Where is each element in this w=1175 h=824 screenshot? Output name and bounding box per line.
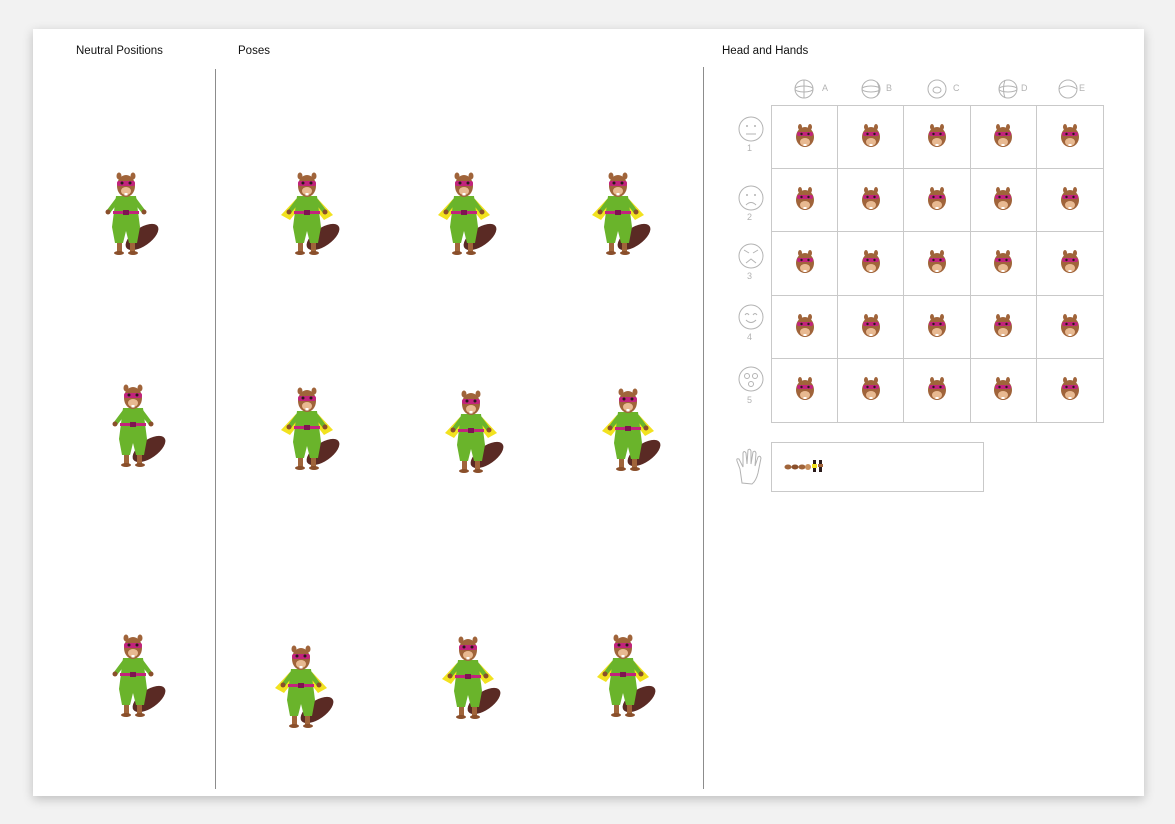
head-drawing <box>795 377 814 401</box>
neutral-front-figure <box>105 172 163 256</box>
head-cell <box>838 232 905 296</box>
head-cell <box>772 358 839 422</box>
head-cell <box>838 295 905 359</box>
section-divider-left <box>215 69 216 789</box>
head-drawing <box>1060 124 1079 148</box>
head-expression-grid <box>771 105 1104 423</box>
head-cell <box>772 295 839 359</box>
head-cell <box>904 295 971 359</box>
head-drawing <box>1060 377 1079 401</box>
head-cell <box>1036 232 1103 296</box>
head-drawing <box>795 313 814 337</box>
head-cell <box>904 358 971 422</box>
expression-face-icon <box>738 243 764 269</box>
head-drawing <box>795 187 814 211</box>
head-drawing <box>861 250 880 274</box>
column-label: A <box>822 83 829 93</box>
head-cell <box>1037 359 1103 422</box>
head-turn-icon <box>1058 79 1078 99</box>
head-drawing <box>861 377 880 401</box>
head-drawing <box>1060 313 1079 337</box>
head-and-hands-title: Head and Hands <box>722 45 809 57</box>
expression-face-icon <box>738 185 764 211</box>
head-drawing <box>1060 187 1079 211</box>
pose-figure <box>424 161 504 257</box>
head-drawing <box>994 313 1013 337</box>
expression-face-icon <box>738 304 764 330</box>
head-drawing <box>994 187 1013 211</box>
pose-figure <box>431 379 511 475</box>
column-label: C <box>953 83 960 93</box>
head-cell <box>838 169 905 233</box>
head-drawing <box>1060 250 1079 274</box>
head-cell <box>838 358 905 422</box>
head-drawing <box>795 250 814 274</box>
head-cell <box>838 106 905 170</box>
head-drawing <box>927 313 946 337</box>
expression-face-icon <box>738 366 764 392</box>
hand-sprites <box>784 460 823 472</box>
column-label: D <box>1021 83 1028 93</box>
head-cell <box>1036 106 1103 170</box>
head-cell <box>971 358 1037 422</box>
head-drawing <box>861 187 880 211</box>
head-drawing <box>861 124 880 148</box>
head-drawing <box>927 124 946 148</box>
pose-figure <box>583 623 663 719</box>
row-label: 5 <box>747 395 753 405</box>
head-cell <box>904 232 971 296</box>
head-drawing <box>861 313 880 337</box>
column-label: B <box>886 83 893 93</box>
row-label: 3 <box>747 271 753 281</box>
head-drawing <box>795 124 814 148</box>
head-cell <box>772 232 839 296</box>
pose-figure <box>267 376 347 472</box>
head-cell <box>772 106 839 170</box>
expression-face-icon <box>738 116 764 142</box>
column-label: E <box>1079 83 1086 93</box>
pose-figure <box>588 377 668 473</box>
pose-figure <box>261 634 341 730</box>
head-cell <box>970 106 1037 170</box>
head-cell <box>904 106 971 170</box>
head-drawing <box>994 124 1013 148</box>
head-cell <box>970 169 1037 233</box>
row-label: 1 <box>747 143 753 153</box>
pose-figure <box>267 161 347 257</box>
row-label: 4 <box>747 332 753 342</box>
neutral-back-figure <box>112 634 170 718</box>
row-label: 2 <box>747 212 753 222</box>
hands-box <box>771 442 984 492</box>
head-turn-icon <box>861 79 881 99</box>
head-cell <box>772 169 839 233</box>
character-sheet: Neutral Positions Poses Head and Hands A… <box>33 29 1144 796</box>
section-divider-right <box>703 67 704 789</box>
pose-figure <box>428 625 508 721</box>
head-cell <box>1036 169 1103 233</box>
head-cell <box>904 169 971 233</box>
head-drawing <box>927 250 946 274</box>
head-cell <box>1036 296 1103 359</box>
head-drawing <box>994 377 1013 401</box>
poses-title: Poses <box>238 45 270 57</box>
pose-figure <box>578 161 658 257</box>
head-drawing <box>927 187 946 211</box>
neutral-side-figure <box>112 384 170 468</box>
head-drawing <box>927 377 946 401</box>
head-drawing <box>994 250 1013 274</box>
head-cell <box>970 232 1037 296</box>
hand-outline-icon <box>736 448 762 485</box>
neutral-positions-title: Neutral Positions <box>76 45 163 57</box>
head-cell <box>970 295 1037 359</box>
